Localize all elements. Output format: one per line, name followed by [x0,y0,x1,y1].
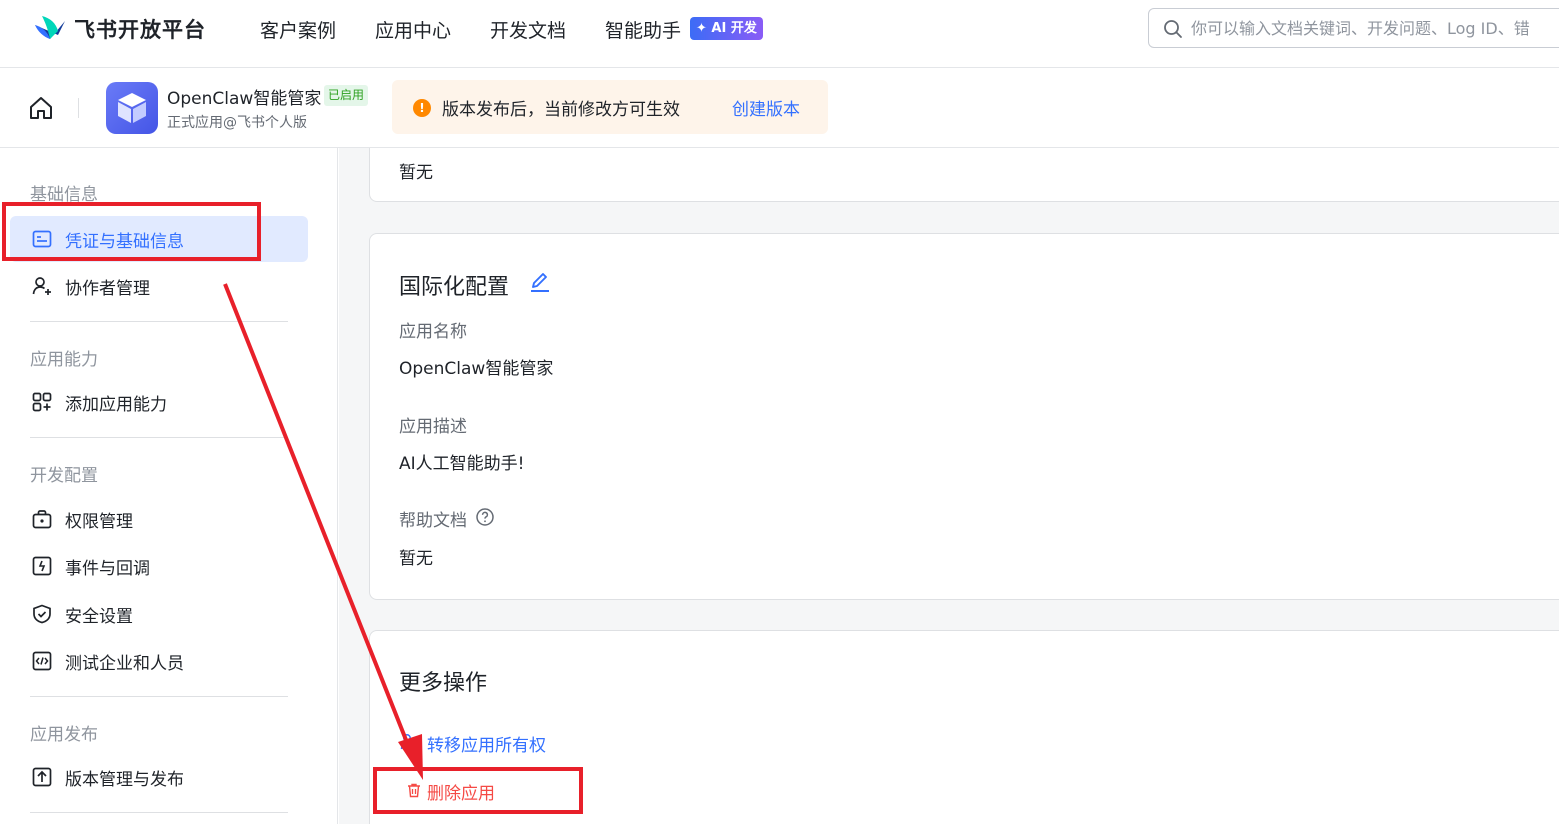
sidebar-item-security[interactable]: 安全设置 [10,591,308,637]
sidebar-item-label: 权限管理 [65,512,133,532]
delete-app-label: 删除应用 [427,784,495,804]
sidebar-item-label: 安全设置 [65,607,133,627]
status-badge: 已启用 [324,85,369,106]
help-doc-label: 帮助文档 [399,511,467,531]
code-icon [32,651,52,671]
sidebar-item-versions[interactable]: 版本管理与发布 [10,754,308,800]
create-version-link[interactable]: 创建版本 [732,95,800,120]
sidebar-divider [30,321,288,322]
sidebar-item-permissions[interactable]: 权限管理 [10,496,308,542]
sidebar-item-test-users[interactable]: 测试企业和人员 [10,638,308,684]
nav-smart-assistant[interactable]: 智能助手 [605,16,681,43]
top-nav: 飞书开放平台 客户案例 应用中心 开发文档 智能助手 ✦ AI 开发 [0,0,1559,68]
app-name-label: 应用名称 [399,322,467,342]
brand-name[interactable]: 飞书开放平台 [74,14,206,44]
section-title-capabilities: 应用能力 [30,350,98,370]
sidebar: 基础信息 凭证与基础信息 协作者管理 应用能力 添加应用能力 开发配置 权限管理… [0,148,338,824]
nav-dev-docs[interactable]: 开发文档 [490,16,566,43]
app-name-value: OpenClaw智能管家 [399,359,554,379]
version-notice: ! 版本发布后，当前修改方可生效 创建版本 [392,80,828,134]
cube-icon [118,93,146,123]
sidebar-item-collaborators[interactable]: 协作者管理 [10,263,308,309]
more-actions-card: 更多操作 转移应用所有权 删除应用 [369,630,1559,824]
sidebar-item-events[interactable]: 事件与回调 [10,543,308,589]
sidebar-divider [30,437,288,438]
feishu-logo-icon[interactable] [32,13,68,43]
sidebar-item-label: 凭证与基础信息 [65,232,184,252]
sidebar-item-label: 事件与回调 [65,559,150,579]
event-icon [32,556,52,576]
user-add-icon [32,277,51,295]
notice-text: 版本发布后，当前修改方可生效 [442,100,680,120]
search-input[interactable] [1191,15,1559,41]
sidebar-item-label: 版本管理与发布 [65,770,184,790]
sidebar-divider [30,696,288,697]
shield-icon [33,604,51,624]
search-box[interactable] [1148,8,1559,48]
trash-icon [408,783,420,798]
sidebar-item-label: 添加应用能力 [65,395,167,415]
transfer-icon [400,734,411,750]
section-title-basic: 基础信息 [30,185,98,205]
sidebar-item-credentials[interactable]: 凭证与基础信息 [10,216,308,262]
header-divider [78,98,79,118]
credential-icon [32,230,52,248]
section-title-dev-config: 开发配置 [30,466,98,486]
i18n-card: 国际化配置 应用名称 OpenClaw智能管家 应用描述 AI人工智能助手! 帮… [369,233,1559,600]
warning-icon: ! [413,99,431,117]
i18n-title: 国际化配置 [399,275,510,300]
app-desc-value: AI人工智能助手! [399,454,525,474]
section-title-release: 应用发布 [30,725,98,745]
sidebar-item-add-capability[interactable]: 添加应用能力 [10,379,308,425]
app-icon [106,82,158,134]
sidebar-divider [30,812,288,813]
app-header: OpenClaw智能管家 已启用 正式应用@飞书个人版 ! 版本发布后，当前修改… [0,68,1559,148]
help-icon[interactable] [475,507,495,527]
sidebar-item-label: 测试企业和人员 [65,654,184,674]
permission-icon [32,510,52,529]
nav-customer-cases[interactable]: 客户案例 [260,16,336,43]
upload-icon [32,767,52,787]
app-name: OpenClaw智能管家 [167,89,322,109]
basic-info-card: 暂无 [369,148,1559,202]
more-actions-title: 更多操作 [399,671,488,696]
nav-app-center[interactable]: 应用中心 [375,16,451,43]
main-content: 暂无 国际化配置 应用名称 OpenClaw智能管家 应用描述 AI人工智能助手… [339,148,1559,824]
transfer-ownership-label: 转移应用所有权 [427,736,546,756]
grid-add-icon [32,392,52,412]
help-doc-value: 暂无 [399,549,433,569]
edit-icon[interactable] [528,270,552,294]
app-desc-label: 应用描述 [399,417,467,437]
app-subtitle: 正式应用@飞书个人版 [167,115,307,131]
home-icon[interactable] [28,95,54,121]
sidebar-item-label: 协作者管理 [65,279,150,299]
search-icon [1164,20,1182,38]
top-card-value: 暂无 [399,163,433,183]
ai-dev-badge[interactable]: ✦ AI 开发 [690,17,763,40]
